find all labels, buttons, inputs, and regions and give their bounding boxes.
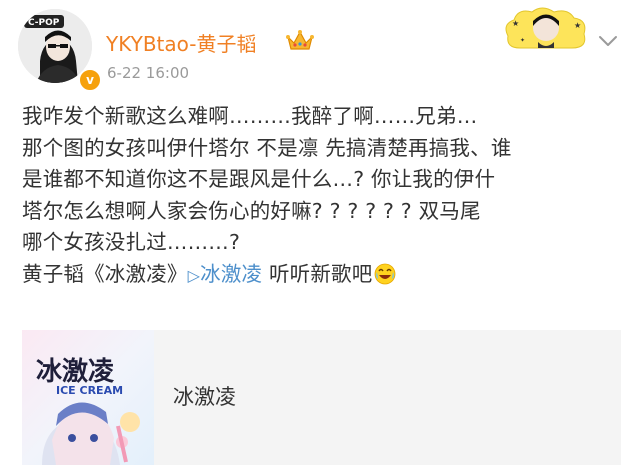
post-line: 是谁都不知道你这不是跟风是什么…? 你让我的伊什 xyxy=(22,167,496,191)
card-title[interactable]: 冰激凌 xyxy=(173,381,236,411)
sticker-icon[interactable]: ★ ★ ✦ xyxy=(502,6,590,52)
post-line-last: 黄子韬《冰激凌》▷冰激凌 听听新歌吧 xyxy=(22,259,622,292)
play-icon: ▷ xyxy=(187,265,201,285)
avatar-logo-text: C-POP xyxy=(28,18,60,28)
post-line: 塔尔怎么想啊人家会伤心的好嘛? ? ? ? ? ? 双马尾 xyxy=(22,198,481,223)
album-cover-image: 冰激凌 ICE CREAM xyxy=(22,330,154,465)
svg-text:★: ★ xyxy=(512,19,519,28)
post-body: 我咋发个新歌这么难啊………我醉了啊……兄弟… 那个图的女孩叫伊什塔尔 不是凛 先… xyxy=(22,101,622,291)
music-card[interactable]: 冰激凌 ICE CREAM 冰激凌 xyxy=(22,330,621,465)
crown-icon[interactable] xyxy=(286,29,314,51)
username[interactable]: YKYBtao-黄子韬 xyxy=(106,28,256,57)
verified-icon: v xyxy=(78,68,102,92)
avatar[interactable]: C-POP v xyxy=(18,9,102,92)
svg-text:✦: ✦ xyxy=(520,37,525,44)
svg-text:★: ★ xyxy=(574,21,581,30)
song-link[interactable]: ▷冰激凌 xyxy=(188,262,263,286)
album-cover[interactable]: 冰激凌 ICE CREAM xyxy=(22,330,154,465)
post-line: 哪个女孩没扎过………? xyxy=(22,230,241,254)
laughing-emoji-icon xyxy=(375,263,396,284)
post-line: 我咋发个新歌这么难啊………我醉了啊……兄弟… xyxy=(22,104,478,128)
post-song-text: 黄子韬《冰激凌》 xyxy=(22,261,188,286)
post-timestamp: 6-22 16:00 xyxy=(107,64,190,82)
song-link-label: 冰激凌 xyxy=(200,261,263,286)
album-subtitle-art: ICE CREAM xyxy=(56,384,123,397)
chevron-down-icon[interactable] xyxy=(598,34,618,48)
album-title-art: 冰激凌 xyxy=(36,356,115,387)
post-line: 那个图的女孩叫伊什塔尔 不是凛 先搞清楚再搞我、谁 xyxy=(22,135,512,160)
post-suffix-text: 听听新歌吧 xyxy=(262,261,373,286)
